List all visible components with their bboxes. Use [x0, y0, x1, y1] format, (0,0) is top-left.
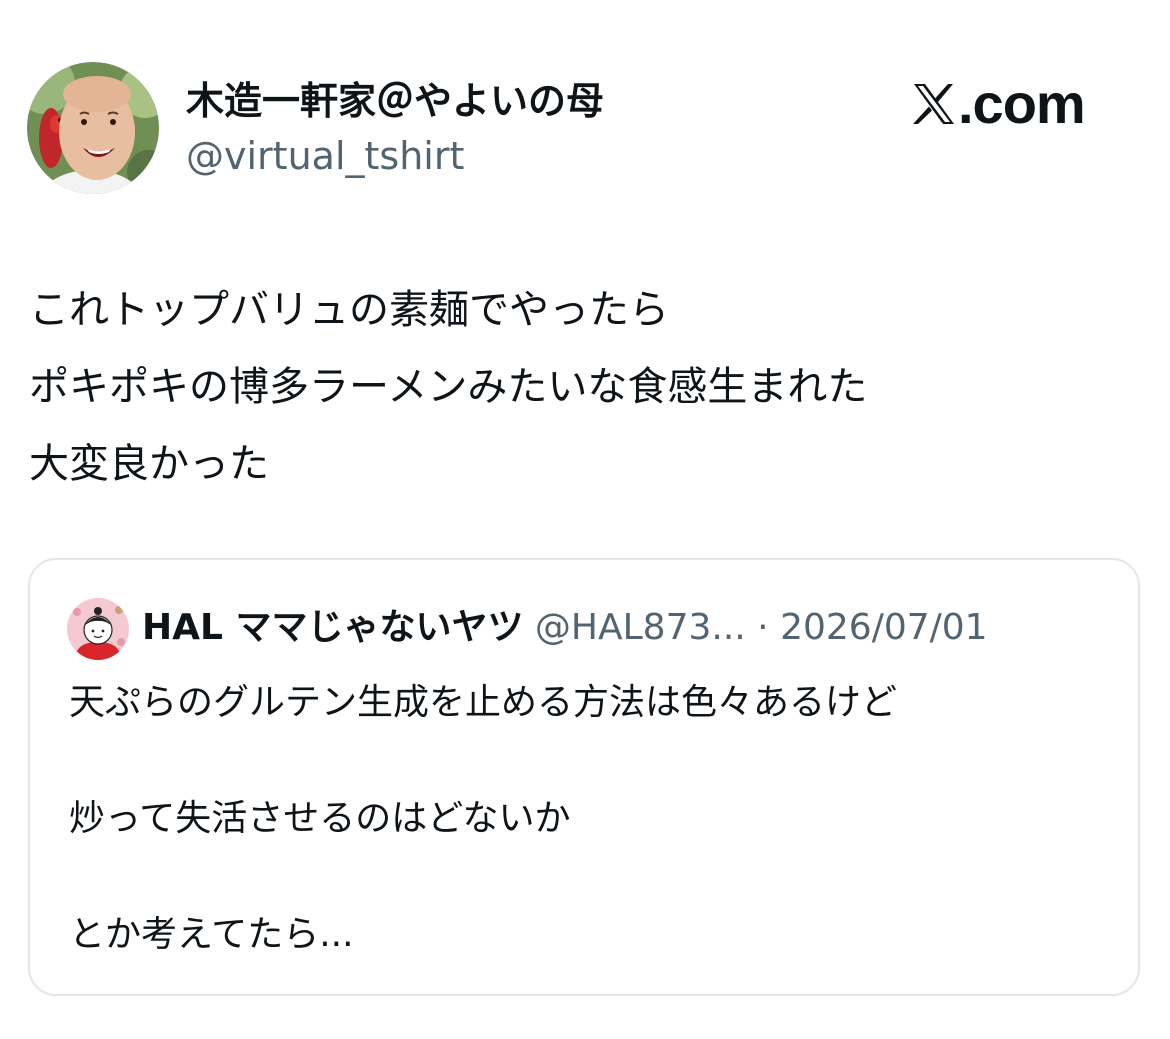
author-handle[interactable]: @virtual_tshirt	[186, 132, 464, 180]
quoted-tweet-line: とか考えてたら...	[69, 914, 354, 955]
tweet-line: これトップバリュの素麺でやったら	[29, 287, 669, 333]
quoted-tweet-text: 天ぷらのグルテン生成を止める方法は色々あるけど 炒って失活させるのはどないか と…	[69, 674, 1119, 964]
quoted-avatar-illustration	[67, 598, 129, 660]
header-separator: ·	[757, 607, 769, 648]
tweet-line: 大変良かった	[29, 441, 269, 487]
quoted-tweet-header: HAL ママじゃないヤツ @HAL873... · 2026/07/01	[142, 604, 988, 652]
quoted-author-avatar[interactable]	[67, 598, 129, 660]
tweet-line: ポキポキの博多ラーメンみたいな食感生まれた	[29, 364, 868, 410]
author-avatar[interactable]	[27, 62, 159, 194]
author-display-name[interactable]: 木造一軒家＠やよいの母	[186, 76, 604, 126]
brand-domain-text: .com	[958, 72, 1086, 135]
tweet-text: これトップバリュの素麺でやったら ポキポキの博多ラーメンみたいな食感生まれた 大…	[29, 272, 1149, 503]
quoted-tweet-date[interactable]: 2026/07/01	[780, 607, 988, 648]
quoted-tweet-card[interactable]: HAL ママじゃないヤツ @HAL873... · 2026/07/01 天ぷら…	[28, 558, 1140, 996]
avatar-photo	[27, 62, 159, 194]
quoted-author-name[interactable]: HAL ママじゃないヤツ	[142, 607, 523, 648]
x-brand: .com	[912, 72, 1086, 135]
quoted-tweet-line: 炒って失活させるのはどないか	[69, 798, 571, 839]
x-logo-icon	[913, 84, 954, 124]
quoted-author-handle[interactable]: @HAL873...	[535, 607, 746, 648]
quoted-tweet-line: 天ぷらのグルテン生成を止める方法は色々あるけど	[69, 682, 898, 723]
quoted-tweet-blank-line	[69, 848, 1119, 906]
quoted-tweet-blank-line	[69, 732, 1119, 790]
